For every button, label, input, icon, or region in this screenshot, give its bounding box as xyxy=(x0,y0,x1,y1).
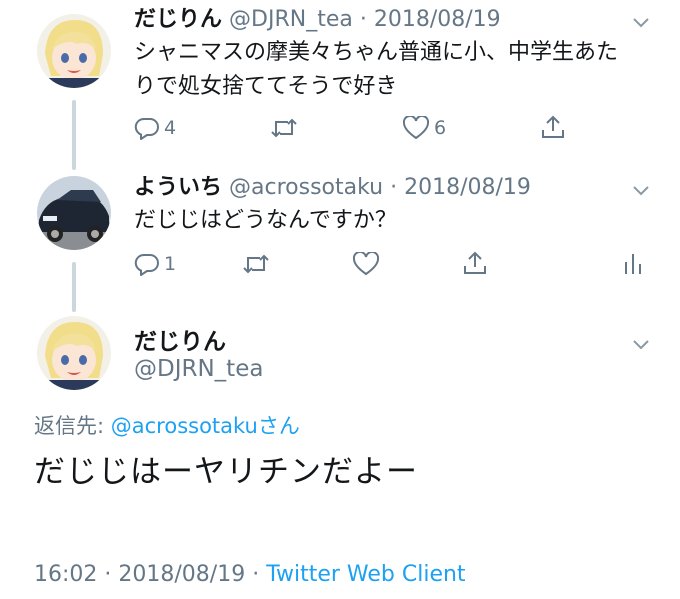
reply-button[interactable]: 4 xyxy=(134,116,176,140)
tweet-date[interactable]: 2018/08/19 xyxy=(374,7,501,32)
tweet-text: シャニマスの摩美々ちゃん普通に小、中学生あた りで処女捨ててそうで好き xyxy=(134,36,618,104)
reply-count: 4 xyxy=(164,117,177,139)
retweet-button[interactable] xyxy=(270,116,298,140)
chevron-down-icon[interactable] xyxy=(630,12,652,34)
retweet-icon xyxy=(243,254,269,274)
tweet-text: だじじはーヤリチンだよー xyxy=(34,454,418,490)
like-button[interactable]: 6 xyxy=(402,116,446,140)
separator: · xyxy=(97,562,119,587)
analytics-button[interactable] xyxy=(622,250,644,276)
display-name[interactable]: よういち xyxy=(134,175,222,200)
client-link[interactable]: Twitter Web Client xyxy=(266,562,465,587)
avatar[interactable] xyxy=(37,316,111,390)
avatar[interactable] xyxy=(37,176,111,250)
tweet-time[interactable]: 16:02 xyxy=(34,562,97,587)
reply-to-handle[interactable]: @acrossotaku xyxy=(111,414,258,438)
share-icon xyxy=(464,251,486,274)
thread-connector xyxy=(72,262,76,312)
user-handle[interactable]: @DJRN_tea xyxy=(134,356,263,382)
heart-icon xyxy=(402,116,430,140)
tweet-date[interactable]: 2018/08/19 xyxy=(118,562,245,587)
tweet-text: だじじはどうなんですか？ xyxy=(134,208,397,233)
separator: · xyxy=(245,562,267,587)
tweet-text-line: りで処女捨ててそうで好き xyxy=(134,74,398,99)
retweet-icon xyxy=(271,118,297,138)
reply-icon xyxy=(134,253,159,276)
tweet-meta: 16:02 · 2018/08/19 · Twitter Web Client xyxy=(34,562,466,587)
tweet-text-line: シャニマスの摩美々ちゃん普通に小、中学生あた xyxy=(134,40,619,65)
reply-count: 1 xyxy=(164,253,177,275)
reply-to-label: 返信先: xyxy=(34,414,111,438)
avatar[interactable] xyxy=(37,14,111,88)
display-name[interactable]: だじりん xyxy=(134,322,226,356)
analytics-icon xyxy=(625,254,641,274)
reply-to-suffix: さん xyxy=(257,414,300,438)
tweet-header: よういち @acrossotaku · 2018/08/19 xyxy=(134,174,531,202)
reply-to-line: 返信先: @acrossotakuさん xyxy=(34,410,300,440)
heart-icon xyxy=(352,252,380,276)
reply-button[interactable]: 1 xyxy=(134,252,176,276)
chevron-down-icon[interactable] xyxy=(630,334,652,356)
thread-connector xyxy=(72,100,76,170)
tweet-header: だじりん @DJRN_tea · 2018/08/19 xyxy=(134,6,501,34)
share-button[interactable] xyxy=(540,114,566,140)
tweet-date[interactable]: 2018/08/19 xyxy=(404,175,531,200)
display-name[interactable]: だじりん xyxy=(134,7,222,32)
separator: · xyxy=(359,7,367,32)
user-handle[interactable]: @acrossotaku xyxy=(229,175,383,200)
share-button[interactable] xyxy=(462,250,488,276)
like-count: 6 xyxy=(434,117,447,139)
reply-icon xyxy=(134,117,159,140)
separator: · xyxy=(390,175,398,200)
retweet-button[interactable] xyxy=(242,252,270,276)
chevron-down-icon[interactable] xyxy=(630,180,652,202)
user-handle[interactable]: @DJRN_tea xyxy=(229,7,353,32)
like-button[interactable] xyxy=(352,252,380,276)
share-icon xyxy=(542,115,564,138)
